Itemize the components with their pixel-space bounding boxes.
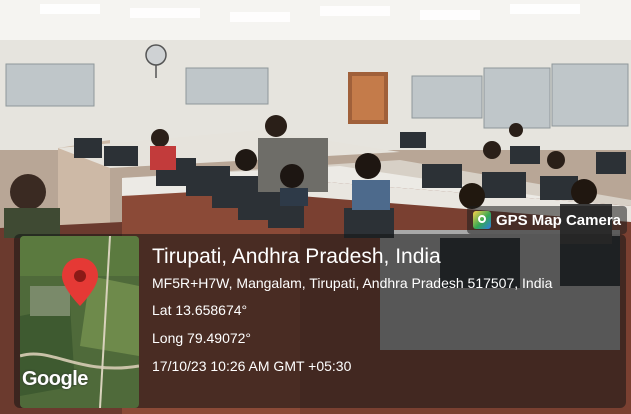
gps-map-camera-icon	[472, 211, 491, 229]
map-provider-label: Google	[22, 368, 88, 390]
location-info: Tirupati, Andhra Pradesh, India MF5R+H7W…	[152, 244, 622, 385]
location-timestamp: 17/10/23 10:26 AM GMT +05:30	[152, 358, 352, 374]
location-longitude: Long 79.49072°	[152, 330, 252, 346]
location-address: MF5R+H7W, Mangalam, Tirupati, Andhra Pra…	[152, 275, 553, 291]
location-latitude: Lat 13.658674°	[152, 302, 248, 318]
location-title: Tirupati, Andhra Pradesh, India	[152, 245, 441, 268]
app-badge-label: GPS Map Camera	[495, 211, 621, 229]
gps-map-camera-badge: GPS Map Camera	[466, 206, 627, 234]
